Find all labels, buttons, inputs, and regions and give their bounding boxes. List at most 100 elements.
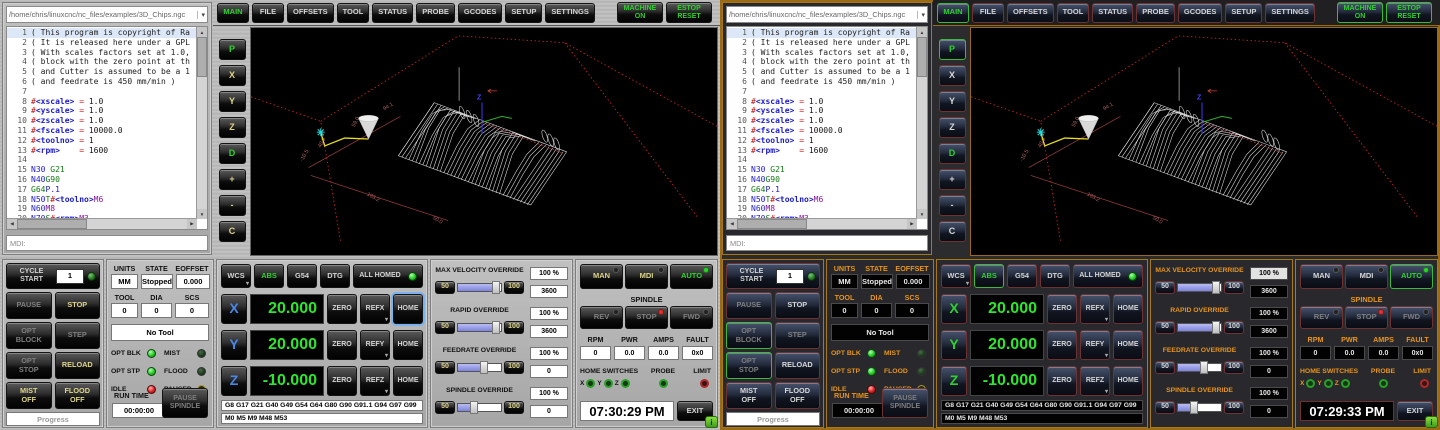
scroll-down-icon[interactable]: ▼ [197,209,207,219]
gcode-line[interactable]: 11#<fscale> = 10000.0 [727,126,917,136]
abs-button[interactable]: ABS [974,264,1004,288]
home-x-button[interactable]: HOME [1113,294,1143,324]
rapid-max-button[interactable]: 100 [504,321,524,334]
ref-y-button[interactable]: REFY▾ [1080,330,1110,360]
reload-button[interactable]: RELOAD [775,352,821,379]
cycle-start-button[interactable]: CYCLE START 1 [726,263,820,289]
spindle-rev-button[interactable]: REV [1300,306,1343,329]
gcode-line[interactable]: 14 [7,155,197,165]
all-homed-button[interactable]: ALL HOMED [1073,264,1143,288]
menu-settings-button[interactable]: SETTINGS [1265,3,1315,23]
stop-button[interactable]: STOP [775,292,821,319]
all-homed-button[interactable]: ALL HOMED [353,264,423,288]
gcode-line[interactable]: 16N40G90 [727,175,917,185]
menu-main-button[interactable]: MAIN [217,3,249,23]
menu-tool-button[interactable]: TOOL [1057,3,1090,23]
home-y-button[interactable]: HOME [1113,330,1143,360]
menu-setup-button[interactable]: SETUP [505,3,542,23]
gcode-line[interactable]: 4( block with the zero point at th [727,57,917,67]
gcode-line[interactable]: 19N60M8 [727,204,917,214]
gcode-line[interactable]: 8#<xscale> = 1.0 [7,97,197,107]
file-path-combo[interactable]: /home/chris/linuxcnc/nc_files/examples/3… [6,6,208,23]
spindle-slider[interactable] [1177,403,1222,412]
vertical-scroll-thumb[interactable] [917,37,927,77]
strip-z-button[interactable]: Z [939,117,966,138]
max-velocity-max-button[interactable]: 100 [504,281,524,294]
gcode-preview[interactable]: 94.1 59.0 40.5 -10.5 103.2 50.0 Z [970,27,1438,256]
gcode-line[interactable]: 2( It is released here under a GPL [727,38,917,48]
abs-button[interactable]: ABS [254,264,284,288]
pause-button[interactable]: PAUSE [726,292,772,319]
ref-x-button[interactable]: REFX▾ [360,294,390,324]
strip-p-button[interactable]: P [219,39,246,60]
mdi-input[interactable] [6,235,208,251]
gcode-line[interactable]: 8#<xscale> = 1.0 [727,97,917,107]
axis-z-button[interactable]: Z [221,366,247,396]
scroll-up-icon[interactable]: ▲ [197,27,207,37]
wcs-button[interactable]: WCS ▾ [221,264,251,288]
dropdown-arrow-icon[interactable]: ▾ [197,11,205,19]
feedrate-slider[interactable] [1177,363,1222,372]
axis-z-button[interactable]: Z [941,366,967,396]
spindle-slider[interactable] [457,403,502,412]
step-button[interactable]: STEP [55,322,101,349]
mist-off-button[interactable]: MIST OFF [6,382,52,409]
feedrate-max-button[interactable]: 100 [504,361,524,374]
cycle-count-box[interactable]: 1 [776,269,804,284]
g54-button[interactable]: G54 [287,264,317,288]
gcode-line[interactable]: 1( This program is copyright of Ra [727,28,917,38]
menu-offsets-button[interactable]: OFFSETS [1007,3,1054,23]
spindle-max-button[interactable]: 100 [504,401,524,414]
ref-x-button[interactable]: REFX▾ [1080,294,1110,324]
zero-y-button[interactable]: ZERO [327,330,357,360]
menu-main-button[interactable]: MAIN [937,3,969,23]
gcode-line[interactable]: 13#<rpm> = 1600 [727,146,917,156]
spindle-min-button[interactable]: 50 [1155,401,1175,414]
gcode-line[interactable]: 7 [727,87,917,97]
home-x-button[interactable]: HOME [393,294,423,324]
gcode-line[interactable]: 9#<yscale> = 1.0 [727,106,917,116]
menu-probe-button[interactable]: PROBE [1136,3,1175,23]
gcode-line[interactable]: 17G64P.1 [727,185,917,195]
strip-zoom-out-button[interactable]: - [219,195,246,216]
pause-button[interactable]: PAUSE [6,292,52,319]
gcode-line[interactable]: 2( It is released here under a GPL [7,38,197,48]
gcode-line[interactable]: 19N60M8 [7,204,197,214]
gcode-line[interactable]: 13#<rpm> = 1600 [7,146,197,156]
menu-offsets-button[interactable]: OFFSETS [287,3,334,23]
strip-y-button[interactable]: Y [219,91,246,112]
mdi-button[interactable]: MDI [625,264,668,289]
axis-x-button[interactable]: X [941,294,967,324]
vertical-scrollbar[interactable]: ▲ ▼ [196,27,207,219]
strip-d-button[interactable]: D [219,143,246,164]
gcode-line[interactable]: 15N30 G21 [727,165,917,175]
gcode-line[interactable]: 5( and Cutter is assumed to be a 1 [727,67,917,77]
gcode-line[interactable]: 17G64P.1 [7,185,197,195]
zero-y-button[interactable]: ZERO [1047,330,1077,360]
gcode-line[interactable]: 1( This program is copyright of Ra [7,28,197,38]
max-velocity-max-button[interactable]: 100 [1224,281,1244,294]
scroll-down-icon[interactable]: ▼ [917,209,927,219]
vertical-scrollbar[interactable]: ▲ ▼ [916,27,927,219]
menu-gcodes-button[interactable]: GCODES [1178,3,1223,23]
menu-probe-button[interactable]: PROBE [416,3,455,23]
gcode-line[interactable]: 9#<yscale> = 1.0 [7,106,197,116]
dtg-button[interactable]: DTG [1040,264,1070,288]
gcode-preview[interactable]: 94.1 59.0 40.5 -10.5 103.2 50.0 Z [250,27,718,256]
machine-on-button[interactable]: MACHINE ON [617,2,663,23]
strip-clear-button[interactable]: C [939,221,966,242]
spindle-fwd-button[interactable]: FWD [670,306,713,329]
feedrate-min-button[interactable]: 50 [435,361,455,374]
zero-z-button[interactable]: ZERO [1047,366,1077,396]
estop-reset-button[interactable]: ESTOP RESET [1386,2,1432,23]
strip-y-button[interactable]: Y [939,91,966,112]
menu-gcodes-button[interactable]: GCODES [458,3,503,23]
ref-z-button[interactable]: REFZ▾ [1080,366,1110,396]
vertical-scroll-thumb[interactable] [197,37,207,77]
menu-setup-button[interactable]: SETUP [1225,3,1262,23]
horizontal-scroll-thumb[interactable] [17,219,87,229]
ref-z-button[interactable]: REFZ▾ [360,366,390,396]
mist-off-button[interactable]: MIST OFF [726,382,772,409]
spindle-min-button[interactable]: 50 [435,401,455,414]
ref-y-button[interactable]: REFY▾ [360,330,390,360]
